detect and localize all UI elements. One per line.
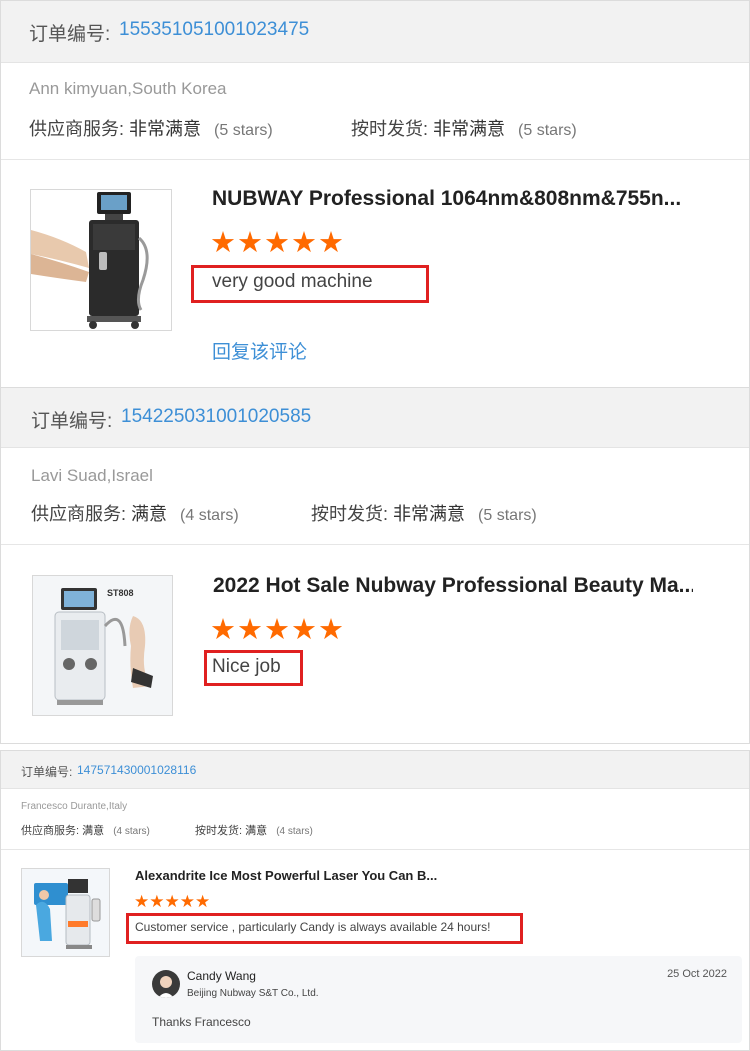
product-title[interactable]: NUBWAY Professional 1064nm&808nm&755n... <box>212 187 692 211</box>
shipping-value: 非常满意 <box>393 504 466 524</box>
order-header: 订单编号: 155351051001023475 <box>1 1 749 63</box>
order-number-label: 订单编号: <box>29 24 111 45</box>
supplier-label: 供应商服务: <box>31 504 127 524</box>
star-icon: ★ <box>210 227 236 259</box>
seller-reply: Candy Wang Beijing Nubway S&T Co., Ltd. … <box>135 956 742 1043</box>
star-icon: ★ <box>318 614 344 646</box>
shipping-value: 非常满意 <box>433 119 506 139</box>
star-icon: ★ <box>195 892 211 911</box>
ratings-row-shipping: 按时发货: 非常满意 (5 stars) <box>311 500 537 526</box>
reply-company: Beijing Nubway S&T Co., Ltd. <box>187 988 319 999</box>
star-icon: ★ <box>237 227 263 259</box>
order-number-link[interactable]: 155351051001023475 <box>119 19 309 41</box>
order-number-link[interactable]: 147571430001028116 <box>77 763 196 777</box>
supplier-value: 满意 <box>131 504 168 524</box>
order-header: 订单编号: 154225031001020585 <box>1 388 749 448</box>
shipping-label: 按时发货: <box>351 119 429 139</box>
highlight-box <box>191 265 429 303</box>
order-number-link[interactable]: 154225031001020585 <box>121 406 311 428</box>
shipping-stars: (5 stars) <box>478 507 537 524</box>
product-image[interactable] <box>21 868 110 957</box>
star-icon: ★ <box>164 892 180 911</box>
product-image[interactable]: ST808 <box>32 575 173 716</box>
supplier-label: 供应商服务: <box>21 825 80 837</box>
star-rating: ★ ★ ★ ★ ★ <box>210 229 344 258</box>
highlight-box <box>204 650 303 686</box>
star-icon: ★ <box>179 892 195 911</box>
ratings-row-shipping: 按时发货: 非常满意 (5 stars) <box>351 115 577 141</box>
star-icon: ★ <box>237 614 263 646</box>
reply-text: Thanks Francesco <box>152 1015 251 1029</box>
divider <box>1 544 749 545</box>
avatar <box>152 970 180 998</box>
reply-date: 25 Oct 2022 <box>667 968 727 980</box>
product-title[interactable]: 2022 Hot Sale Nubway Professional Beauty… <box>213 574 693 598</box>
order-number-label: 订单编号: <box>31 411 113 432</box>
product-image[interactable] <box>30 189 172 331</box>
star-icon: ★ <box>210 614 236 646</box>
supplier-stars: (4 stars) <box>113 826 150 837</box>
buyer-info: Lavi Suad,Israel <box>31 466 153 485</box>
reply-author: Candy Wang <box>187 969 256 983</box>
order-header: 订单编号: 147571430001028116 <box>1 751 749 789</box>
supplier-value: 非常满意 <box>129 119 202 139</box>
product-badge: ST808 <box>107 588 134 598</box>
order-card: 订单编号: 155351051001023475 Ann kimyuan,Sou… <box>0 0 750 388</box>
shipping-label: 按时发货: <box>311 504 389 524</box>
supplier-stars: (5 stars) <box>214 122 273 139</box>
order-card: 订单编号: 154225031001020585 Lavi Suad,Israe… <box>0 387 750 744</box>
ratings-row: 供应商服务: 非常满意 (5 stars) <box>29 115 273 141</box>
star-icon: ★ <box>318 227 344 259</box>
ratings-row: 供应商服务: 满意 (4 stars) <box>31 500 239 526</box>
shipping-value: 满意 <box>245 825 268 837</box>
star-icon: ★ <box>264 614 290 646</box>
shipping-stars: (5 stars) <box>518 122 577 139</box>
star-icon: ★ <box>291 614 317 646</box>
reply-link[interactable]: 回复该评论 <box>212 337 307 364</box>
buyer-info: Francesco Durante,Italy <box>21 801 128 812</box>
divider <box>1 849 749 850</box>
supplier-value: 满意 <box>82 825 105 837</box>
star-icon: ★ <box>291 227 317 259</box>
star-icon: ★ <box>264 227 290 259</box>
order-number-label: 订单编号: <box>21 765 73 779</box>
ratings-row: 供应商服务: 满意 (4 stars) <box>21 822 150 838</box>
star-rating: ★ ★ ★ ★ ★ <box>134 893 210 910</box>
divider <box>1 159 749 160</box>
supplier-stars: (4 stars) <box>180 507 239 524</box>
buyer-info: Ann kimyuan,South Korea <box>29 79 227 98</box>
order-card: 订单编号: 147571430001028116 Francesco Duran… <box>0 750 750 1051</box>
star-icon: ★ <box>149 892 165 911</box>
star-rating: ★ ★ ★ ★ ★ <box>210 616 344 645</box>
highlight-box <box>126 913 523 944</box>
supplier-label: 供应商服务: <box>29 119 125 139</box>
product-title[interactable]: Alexandrite Ice Most Powerful Laser You … <box>135 868 445 883</box>
ratings-row-shipping: 按时发货: 满意 (4 stars) <box>195 822 313 838</box>
star-icon: ★ <box>134 892 150 911</box>
shipping-label: 按时发货: <box>195 825 243 837</box>
shipping-stars: (4 stars) <box>276 826 313 837</box>
